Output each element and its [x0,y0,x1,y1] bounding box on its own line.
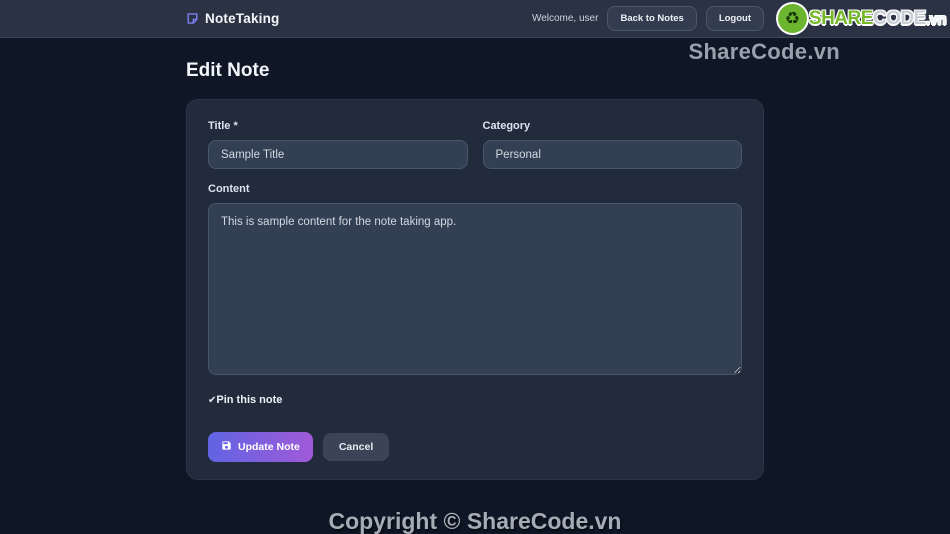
footer-copyright: Copyright © ShareCode.vn [328,508,622,534]
welcome-text: Welcome, user [531,13,599,24]
cancel-button[interactable]: Cancel [322,433,390,461]
title-field-group: Title * [208,120,468,169]
page-title: Edit Note [186,60,270,81]
title-input[interactable] [208,140,468,169]
update-note-label: Update Note [238,441,300,453]
recycle-icon: ♻ [777,4,807,33]
navbar-inner: NoteTaking Welcome, user Back to Notes L… [186,0,764,37]
title-label: Title * [208,120,238,132]
pin-checkbox[interactable]: ✔ Pin this note [208,395,742,406]
logo-share-text: SHARE [808,7,874,29]
checkmark-icon: ✔ [208,394,217,406]
brand-link[interactable]: NoteTaking [186,11,280,26]
sharecode-logo: ♻ SHARECODE.vn [777,4,947,33]
back-to-notes-button[interactable]: Back to Notes [607,6,697,31]
title-category-row: Title * Category [208,120,742,169]
category-input[interactable] [482,140,742,169]
note-icon [186,12,199,25]
logo-code-text: CODE [872,7,926,29]
form-actions: Update Note Cancel [208,432,742,462]
category-field-group: Category [482,120,742,169]
logout-button[interactable]: Logout [705,6,764,31]
sharecode-logo-text: SHARECODE.vn [808,7,947,30]
content-label: Content [208,183,250,195]
category-label: Category [482,120,531,132]
brand-label: NoteTaking [205,11,280,26]
update-note-button[interactable]: Update Note [208,432,313,462]
navbar-right: Welcome, user Back to Notes Logout [532,6,764,31]
edit-note-card: Title * Category Content This is sample … [186,99,764,480]
content-field-group: Content This is sample content for the n… [208,183,742,380]
logo-vn-text: .vn [925,10,947,28]
content-textarea[interactable]: This is sample content for the note taki… [208,203,742,375]
pin-label: Pin this note [216,394,283,406]
sharecode-watermark: ShareCode.vn [688,39,840,64]
save-icon [221,440,232,454]
main-container: Edit Note Title * Category Content This … [186,60,764,480]
